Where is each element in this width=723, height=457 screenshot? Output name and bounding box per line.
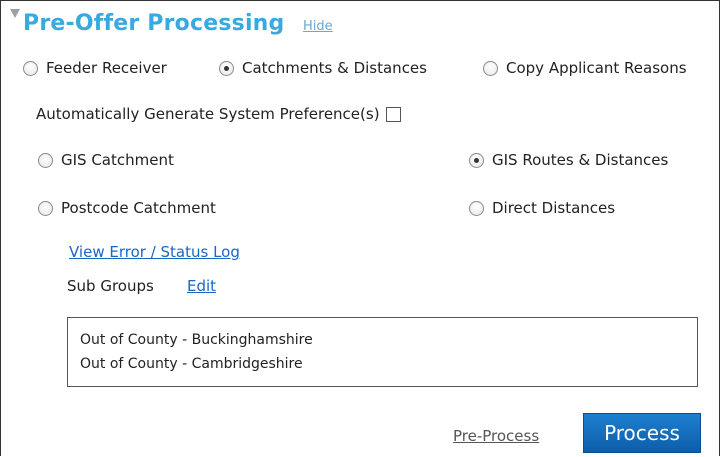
pre-process-link[interactable]: Pre-Process (453, 427, 539, 445)
radio-gis-catchment[interactable]: GIS Catchment (38, 151, 174, 169)
radio-copy-applicant-reasons[interactable]: Copy Applicant Reasons (483, 59, 687, 77)
radio-icon[interactable] (469, 200, 484, 216)
auto-generate-label: Automatically Generate System Preference… (36, 105, 380, 123)
pre-offer-panel: Pre-Offer Processing Hide Feeder Receive… (0, 0, 720, 456)
radio-icon[interactable] (38, 152, 53, 168)
sub-groups-label: Sub Groups (67, 277, 154, 295)
sub-groups-edit-link[interactable]: Edit (187, 277, 216, 295)
radio-label: Postcode Catchment (61, 199, 216, 217)
radio-icon[interactable] (483, 60, 498, 76)
radio-icon[interactable] (38, 200, 53, 216)
radio-direct-distances[interactable]: Direct Distances (469, 199, 615, 217)
radio-label: GIS Catchment (61, 151, 174, 169)
radio-label: Feeder Receiver (46, 59, 167, 77)
radio-feeder-receiver[interactable]: Feeder Receiver (23, 59, 167, 77)
radio-label: Catchments & Distances (242, 59, 427, 77)
radio-catchments-distances[interactable]: Catchments & Distances (219, 59, 427, 77)
panel-title: Pre-Offer Processing (23, 11, 285, 36)
radio-postcode-catchment[interactable]: Postcode Catchment (38, 199, 216, 217)
radio-icon[interactable] (219, 60, 234, 76)
auto-generate-row: Automatically Generate System Preference… (36, 105, 401, 123)
list-item[interactable]: Out of County - Buckinghamshire (80, 328, 697, 352)
auto-generate-checkbox[interactable] (385, 106, 401, 122)
radio-icon[interactable] (23, 60, 38, 76)
view-error-status-log-link[interactable]: View Error / Status Log (69, 243, 240, 261)
hide-link[interactable]: Hide (303, 19, 333, 34)
process-button[interactable]: Process (583, 413, 701, 453)
radio-label: GIS Routes & Distances (492, 151, 669, 169)
list-item[interactable]: Out of County - Cambridgeshire (80, 352, 697, 376)
collapse-triangle-icon[interactable] (10, 9, 20, 18)
radio-label: Copy Applicant Reasons (506, 59, 687, 77)
radio-gis-routes-distances[interactable]: GIS Routes & Distances (469, 151, 668, 169)
sub-groups-listbox[interactable]: Out of County - Buckinghamshire Out of C… (67, 317, 698, 387)
radio-icon[interactable] (469, 152, 484, 168)
radio-label: Direct Distances (492, 199, 616, 217)
